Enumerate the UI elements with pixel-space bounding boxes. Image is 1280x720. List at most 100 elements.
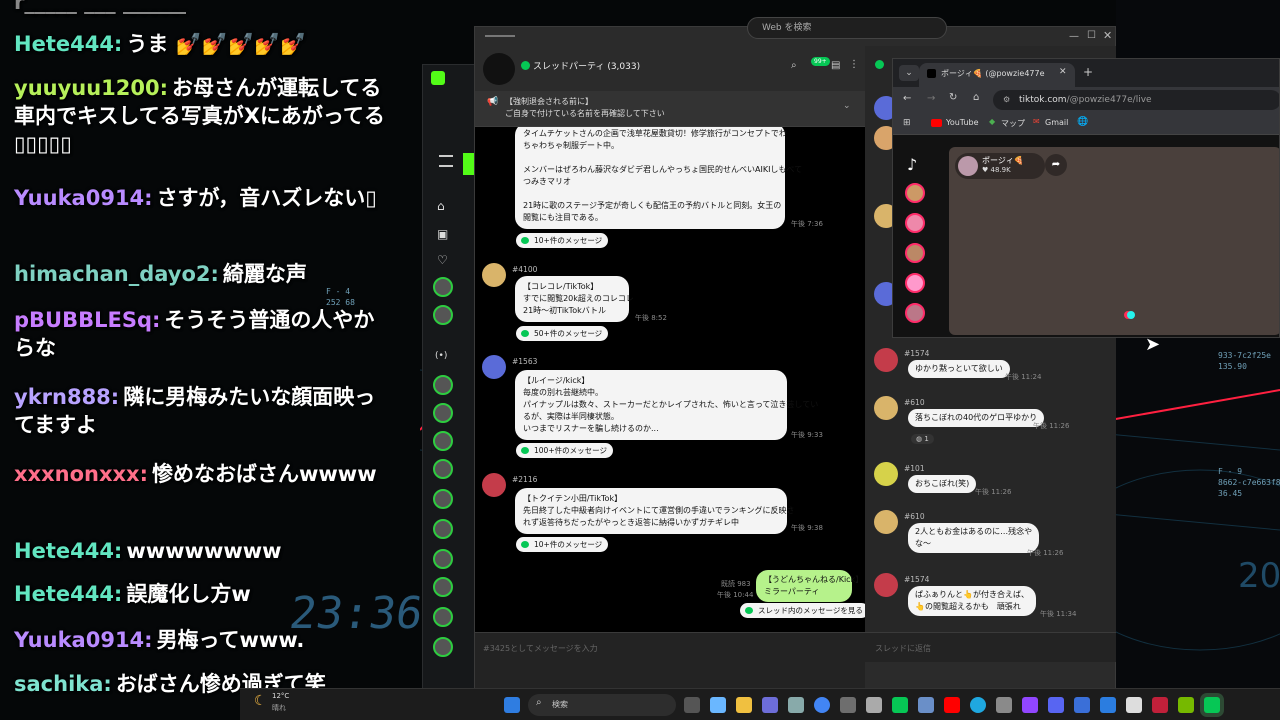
streamer-info[interactable]: ポージィ🍕 ♥ 48.9K — [955, 153, 1045, 179]
bookmark-youtube[interactable]: YouTube — [946, 118, 979, 127]
app-icon[interactable] — [1126, 697, 1142, 713]
avatar[interactable] — [874, 573, 898, 597]
share-icon[interactable]: ➦ — [1045, 154, 1067, 176]
menu-icon[interactable] — [439, 155, 453, 167]
bookmark-gmail[interactable]: Gmail — [1045, 118, 1068, 127]
thread-message[interactable]: おちこぼれ(笑) — [908, 475, 977, 493]
task-view-icon[interactable] — [684, 697, 700, 713]
app-icon[interactable] — [1074, 697, 1090, 713]
photos-icon[interactable] — [788, 697, 804, 713]
avatar[interactable] — [482, 263, 506, 287]
steam-icon[interactable] — [918, 697, 934, 713]
message-bubble[interactable]: 【ルイージ/kick】 毎度の別れ芸継続中。 パイナップルは数々、ストーカーだと… — [515, 370, 818, 440]
apps-icon[interactable]: ⊞ — [903, 118, 911, 128]
heart-icon[interactable]: ♡ — [437, 253, 448, 267]
bookmark-maps[interactable]: マップ — [1001, 118, 1025, 129]
message-bubble[interactable]: 【コレコレ/TikTok】 すでに閲覧20k超えのコレコレ 21時～初TikTo… — [515, 276, 634, 322]
avatar[interactable] — [433, 519, 453, 539]
home-icon[interactable]: ⌂ — [437, 199, 445, 213]
message-input[interactable]: #3425としてメッセージを入力 — [475, 632, 865, 690]
live-avatar[interactable] — [905, 183, 925, 203]
file-explorer-icon[interactable] — [736, 697, 752, 713]
live-avatar[interactable] — [905, 303, 925, 323]
avatar[interactable] — [874, 396, 898, 420]
thread-message[interactable]: 落ちこぼれの40代のゲロ平ゆかり — [908, 409, 1045, 427]
avatar[interactable] — [874, 462, 898, 486]
back-icon[interactable]: ← — [903, 93, 911, 104]
avatar[interactable] — [433, 403, 453, 423]
group-avatar[interactable] — [483, 53, 515, 85]
window-drag-handle[interactable] — [485, 35, 515, 37]
avatar[interactable] — [433, 637, 453, 657]
home-icon[interactable]: ⌂ — [973, 92, 979, 103]
reload-icon[interactable]: ↻ — [949, 92, 957, 103]
forward-icon[interactable]: → — [927, 93, 935, 104]
line-taskbar-icon[interactable] — [892, 697, 908, 713]
close-tab-icon[interactable]: ✕ — [1059, 67, 1067, 77]
thread-message[interactable]: 2人ともお金はあるのに…残念や な〜 — [908, 523, 1040, 553]
settings-icon[interactable] — [996, 697, 1012, 713]
notes-icon[interactable]: ▤ — [831, 60, 840, 71]
avatar[interactable] — [433, 459, 453, 479]
nvidia-icon[interactable] — [1178, 697, 1194, 713]
youtube-icon[interactable] — [944, 697, 960, 713]
search-icon[interactable]: ⌕ — [791, 60, 797, 71]
avatar[interactable] — [433, 305, 453, 325]
thread-message[interactable]: ゆかり黙っといて欲しい — [908, 360, 1010, 378]
avatar[interactable] — [433, 375, 453, 395]
avatar[interactable] — [433, 277, 453, 297]
thread-reply-input[interactable]: スレッドに返信 — [865, 632, 1116, 662]
copilot-icon[interactable] — [710, 697, 726, 713]
message-bubble[interactable]: タイムチケットさんの企画で浅草花屋敷貸切！修学旅行がコンセプトでわ ちゃわちゃ制… — [515, 127, 802, 229]
thread-replies-button[interactable]: 10+件のメッセージ — [516, 233, 609, 248]
teams-icon[interactable] — [762, 697, 778, 713]
app-icon[interactable] — [840, 697, 856, 713]
taskbar-search[interactable]: ⌕ 検索 — [528, 694, 676, 716]
live-avatar[interactable] — [905, 243, 925, 263]
discord-icon[interactable] — [1048, 697, 1064, 713]
avatar[interactable] — [482, 473, 506, 497]
close-button[interactable]: ✕ — [1103, 29, 1112, 42]
avatar[interactable] — [874, 510, 898, 534]
tab-search-button[interactable]: ⌄ — [899, 65, 919, 81]
live-avatar[interactable] — [905, 273, 925, 293]
app-icon[interactable] — [1100, 697, 1116, 713]
message-bubble[interactable]: 【トクイテン小田/TikTok】 先日終了した中級者向けイベントにて運営側の手違… — [515, 488, 795, 534]
calculator-icon[interactable] — [866, 697, 882, 713]
maximize-button[interactable]: ☐ — [1087, 30, 1096, 41]
twitch-icon[interactable] — [1022, 697, 1038, 713]
live-avatar[interactable] — [905, 213, 925, 233]
announcement-bar[interactable]: 📢 【強制退会される前に】 ご自身で付けている名前を再確認して下さい ⌄ — [475, 91, 865, 127]
avatar[interactable] — [433, 489, 453, 509]
new-tab-button[interactable]: + — [1083, 65, 1093, 79]
thread-replies-button[interactable]: 10+件のメッセージ — [516, 537, 609, 552]
active-tab[interactable]: ポージィ🍕 (@powzie477e ✕ — [919, 63, 1075, 87]
avatar[interactable] — [433, 431, 453, 451]
more-menu-icon[interactable]: ⋮ — [849, 59, 859, 70]
globe-icon[interactable]: 🌐 — [1077, 117, 1088, 127]
tiktok-logo-icon[interactable]: ♪ — [907, 155, 917, 174]
reaction-badge[interactable]: ◍ 1 — [911, 434, 934, 444]
avatar[interactable] — [874, 348, 898, 372]
avatar[interactable] — [482, 355, 506, 379]
own-message-bubble[interactable]: 【うどんちゃんねる/Kick】 ミラーパーティ — [756, 570, 863, 602]
edge-icon[interactable] — [970, 697, 986, 713]
thread-message[interactable]: ぱふぁりんと👆が付き合えば、 👆の閲覧超えるかも 頑張れ — [908, 586, 1036, 616]
address-bar[interactable]: ⚙ tiktok.com/@powzie477e/live — [993, 90, 1279, 110]
avatar[interactable] — [433, 549, 453, 569]
chrome-icon[interactable] — [814, 697, 830, 713]
site-info-icon[interactable]: ⚙ — [1003, 90, 1010, 110]
thread-replies-button[interactable]: 50+件のメッセージ — [516, 326, 609, 341]
minimize-button[interactable]: — — [1069, 31, 1079, 42]
app-icon[interactable] — [1152, 697, 1168, 713]
avatar[interactable] — [433, 607, 453, 627]
chevron-down-icon[interactable]: ⌄ — [843, 101, 851, 111]
avatar[interactable] — [433, 577, 453, 597]
web-search-bar[interactable]: Web を検索 — [747, 17, 947, 39]
thread-view-button[interactable]: スレッド内のメッセージを見る — [740, 603, 865, 618]
start-button[interactable] — [504, 697, 520, 713]
group-name[interactable]: スレッドパーティ (3,033) — [533, 59, 640, 72]
weather-icon[interactable]: ☾ — [254, 693, 267, 709]
live-video[interactable]: ポージィ🍕 ♥ 48.9K ➦ — [949, 147, 1279, 335]
thread-replies-button[interactable]: 100+件のメッセージ — [516, 443, 613, 458]
